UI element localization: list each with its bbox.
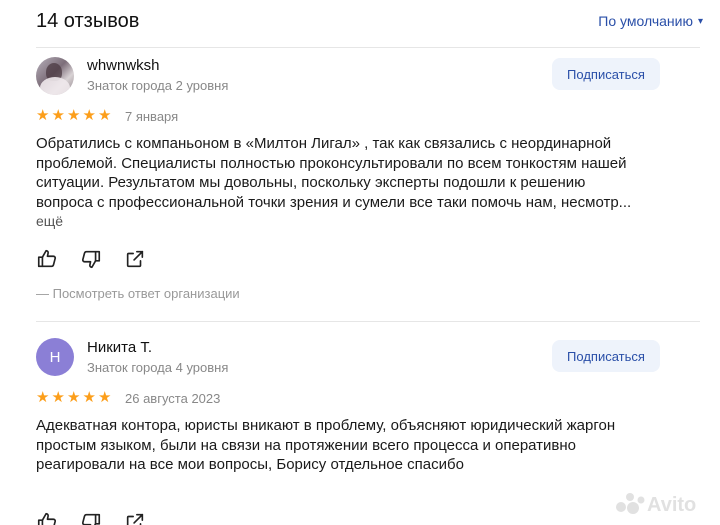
- review-text-line: Адекватная контора, юристы вникают в про…: [36, 417, 616, 434]
- reviews-header: 14 отзывов По умолчанию ▾: [36, 10, 703, 36]
- rating-stars: ★ ★ ★ ★ ★: [36, 108, 114, 123]
- avatar[interactable]: Н: [36, 338, 74, 376]
- review-text: Адекватная контора, юристы вникают в про…: [36, 416, 666, 475]
- review-text-line: реагировали на все мои вопросы, Борису о…: [36, 456, 464, 473]
- divider: [36, 47, 700, 48]
- review-author[interactable]: Никита Т.: [87, 339, 152, 356]
- author-level: Знаток города 2 уровня: [87, 78, 229, 93]
- sort-dropdown[interactable]: По умолчанию ▾: [598, 13, 703, 29]
- chevron-down-icon: ▾: [697, 15, 703, 27]
- star-icon: ★: [82, 107, 96, 124]
- review-text-line: Обратились с компаньоном в «Милтон Лигал…: [36, 135, 612, 152]
- review-text-line: простым языком, были на связи на протяже…: [36, 436, 577, 454]
- star-icon: ★: [82, 389, 96, 406]
- sort-label: По умолчанию: [598, 13, 693, 29]
- avatar[interactable]: [36, 57, 74, 95]
- review-text-line: проблемой. Специалисты полностью проконс…: [36, 154, 627, 172]
- thumbs-up-icon[interactable]: [36, 248, 58, 270]
- star-icon: ★: [36, 389, 50, 406]
- star-icon: ★: [98, 107, 112, 124]
- star-icon: ★: [98, 389, 112, 406]
- star-icon: ★: [51, 107, 65, 124]
- author-level: Знаток города 4 уровня: [87, 360, 229, 375]
- review-actions: [36, 511, 146, 525]
- review-count: 14 отзывов: [36, 10, 140, 32]
- divider: [36, 321, 700, 322]
- star-icon: ★: [67, 107, 81, 124]
- subscribe-button[interactable]: Подписаться: [552, 58, 660, 90]
- review-date: 7 января: [125, 109, 179, 124]
- share-icon[interactable]: [124, 248, 146, 270]
- review-text: Обратились с компаньоном в «Милтон Лигал…: [36, 134, 666, 212]
- review-author[interactable]: whwnwksh: [87, 57, 160, 74]
- rating-stars: ★ ★ ★ ★ ★: [36, 390, 114, 405]
- review-text-line: ситуации. Результатом мы довольны, поско…: [36, 174, 586, 191]
- avito-watermark-logo: Avito: [616, 493, 696, 516]
- star-icon: ★: [36, 107, 50, 124]
- subscribe-button[interactable]: Подписаться: [552, 340, 660, 372]
- review-actions: [36, 248, 146, 270]
- view-org-reply-link[interactable]: — Посмотреть ответ организации: [36, 286, 240, 301]
- read-more-link[interactable]: ещё: [36, 213, 63, 229]
- review-text-line: вопроса с профессиональной точки зрения …: [36, 193, 632, 211]
- star-icon: ★: [51, 389, 65, 406]
- thumbs-down-icon[interactable]: [80, 248, 102, 270]
- thumbs-down-icon[interactable]: [80, 511, 102, 525]
- star-icon: ★: [67, 389, 81, 406]
- thumbs-up-icon[interactable]: [36, 511, 58, 525]
- review-date: 26 августа 2023: [125, 391, 221, 406]
- share-icon[interactable]: [124, 511, 146, 525]
- svg-text:Avito: Avito: [647, 494, 696, 516]
